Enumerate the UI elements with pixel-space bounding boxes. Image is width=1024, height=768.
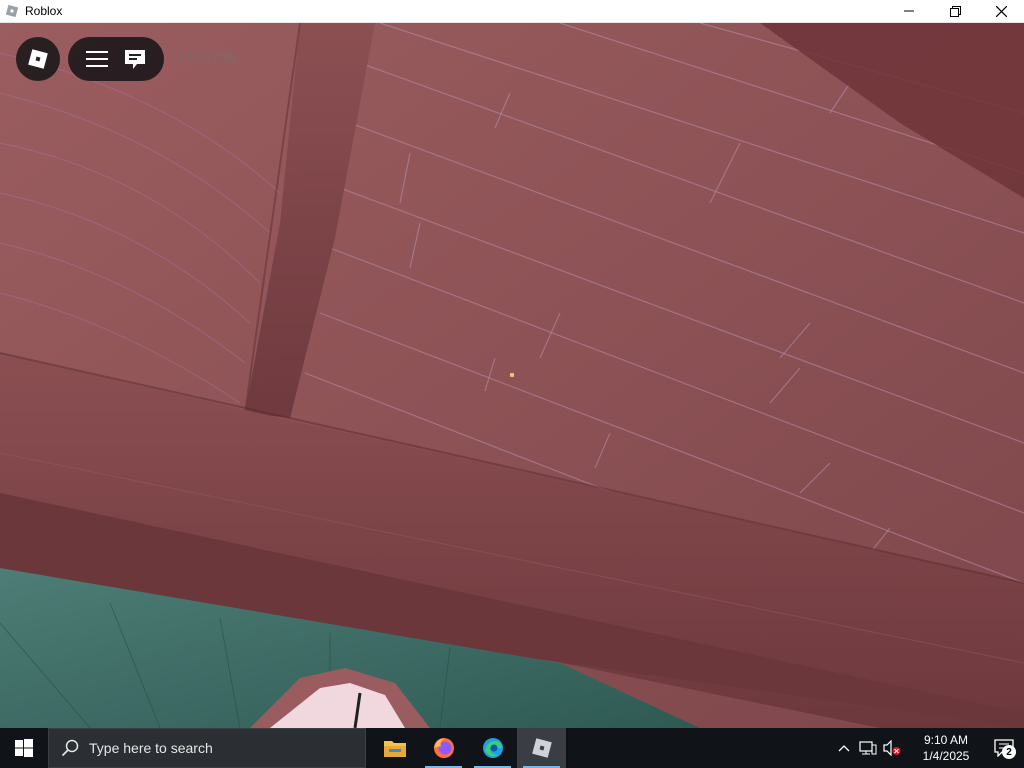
notification-count-badge: 2 bbox=[1002, 745, 1016, 759]
taskbar-firefox[interactable] bbox=[419, 728, 468, 768]
hud-controls bbox=[68, 37, 164, 81]
clock-time: 9:10 AM bbox=[923, 733, 969, 747]
volume-muted-icon bbox=[883, 740, 901, 756]
close-button[interactable] bbox=[978, 0, 1024, 23]
firefox-icon bbox=[433, 738, 454, 758]
restore-icon bbox=[949, 5, 961, 17]
crosshair bbox=[510, 373, 514, 377]
system-tray: 9:10 AM 1/4/2025 2 bbox=[832, 728, 1024, 768]
taskbar-edge[interactable] bbox=[468, 728, 517, 768]
taskbar-file-explorer[interactable] bbox=[370, 728, 419, 768]
volume-button[interactable] bbox=[880, 728, 904, 768]
taskbar-roblox[interactable] bbox=[517, 728, 566, 768]
search-icon bbox=[61, 739, 79, 757]
window-controls bbox=[886, 0, 1024, 23]
search-placeholder: Type here to search bbox=[89, 740, 213, 756]
roblox-app-icon bbox=[5, 4, 19, 18]
hamburger-menu-icon bbox=[86, 51, 108, 67]
chevron-up-icon bbox=[838, 745, 850, 752]
show-hidden-icons-button[interactable] bbox=[832, 728, 856, 768]
close-icon bbox=[995, 5, 1007, 17]
windows-taskbar: Type here to search 9:10 AM 1/4/2025 2 bbox=[0, 728, 1024, 768]
roblox-menu-button[interactable] bbox=[16, 37, 60, 81]
game-viewport[interactable]: 3403755 bbox=[0, 23, 1024, 728]
roblox-logo-icon bbox=[28, 49, 48, 69]
network-button[interactable] bbox=[856, 728, 880, 768]
edge-icon bbox=[482, 738, 503, 758]
chat-button[interactable] bbox=[119, 43, 151, 75]
minimize-icon bbox=[904, 10, 914, 12]
windows-logo-icon bbox=[15, 739, 33, 757]
menu-button[interactable] bbox=[81, 43, 113, 75]
roblox-icon bbox=[531, 738, 552, 758]
taskbar-apps bbox=[370, 728, 566, 768]
folder-icon bbox=[383, 741, 406, 757]
chat-icon bbox=[125, 50, 145, 69]
minimize-button[interactable] bbox=[886, 0, 932, 23]
taskbar-search-box[interactable]: Type here to search bbox=[48, 728, 366, 768]
network-icon bbox=[859, 741, 877, 755]
taskbar-clock[interactable]: 9:10 AM 1/4/2025 bbox=[908, 732, 984, 764]
action-center-button[interactable]: 2 bbox=[984, 728, 1024, 768]
player-id-text: 3403755 bbox=[176, 49, 238, 66]
window-titlebar: Roblox bbox=[0, 0, 1024, 23]
maximize-button[interactable] bbox=[932, 0, 978, 23]
window-title: Roblox bbox=[25, 4, 63, 18]
start-button[interactable] bbox=[0, 728, 48, 768]
clock-date: 1/4/2025 bbox=[922, 749, 970, 763]
